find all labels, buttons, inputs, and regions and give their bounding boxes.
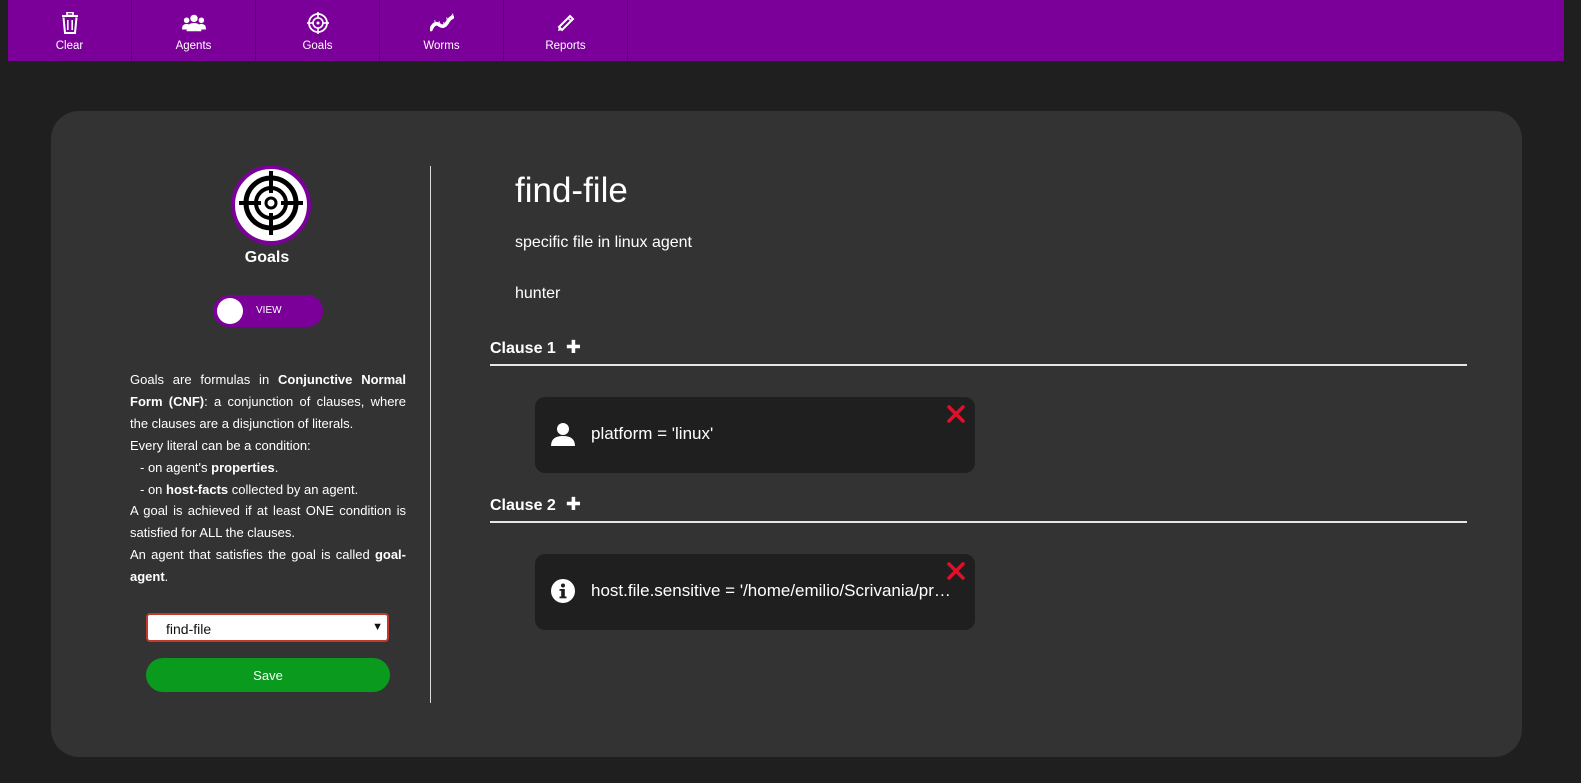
sidebar-title: Goals: [244, 249, 290, 266]
goal-owner: hunter: [515, 285, 561, 302]
pencil-icon: [554, 11, 578, 35]
trash-icon: [58, 11, 82, 35]
clause-divider: [490, 521, 1467, 523]
literal-card: platform = 'linux': [535, 397, 975, 473]
nav-agents-label: Agents: [175, 40, 212, 52]
view-toggle[interactable]: VIEW: [213, 295, 323, 327]
goals-description: Goals are formulas in Conjunctive Normal…: [130, 369, 406, 588]
goals-logo: [231, 165, 311, 245]
nav-agents[interactable]: Agents: [132, 0, 256, 61]
desc-text: An agent that satisfies the goal is call…: [130, 547, 375, 563]
crosshairs-icon: [239, 170, 303, 240]
add-literal-button[interactable]: ✚: [566, 494, 581, 515]
nav-reports-label: Reports: [545, 40, 586, 52]
nav-clear[interactable]: Clear: [8, 0, 132, 61]
info-icon: [550, 578, 576, 604]
nav-goals-label: Goals: [302, 40, 333, 52]
worm-icon: [429, 11, 454, 35]
goal-description: specific file in linux agent: [515, 234, 692, 251]
desc-bold: host-facts: [166, 481, 229, 497]
toggle-label: VIEW: [256, 305, 282, 316]
users-icon: [181, 11, 206, 35]
desc-text: .: [164, 569, 169, 585]
save-button[interactable]: Save: [146, 658, 390, 692]
goal-name: find-file: [515, 171, 628, 210]
goal-select-value: find-file: [166, 621, 212, 637]
delete-literal-icon[interactable]: [947, 405, 965, 423]
nav-reports[interactable]: Reports: [504, 0, 628, 61]
add-literal-button[interactable]: ✚: [566, 337, 581, 358]
clause-label: Clause 1: [490, 340, 556, 357]
literal-text: host.file.sensitive = '/home/emilio/Scri…: [591, 581, 951, 600]
crosshairs-icon: [306, 11, 330, 35]
nav-worms[interactable]: Worms: [380, 0, 504, 61]
clause-header-2: Clause 2 ✚: [490, 494, 581, 515]
caret-down-icon: ▼: [372, 621, 383, 633]
nav-worms-label: Worms: [423, 40, 460, 52]
nav-goals[interactable]: Goals: [256, 0, 380, 61]
goals-sidebar: Goals VIEW Goals are formulas in Conjunc…: [51, 111, 481, 757]
desc-text: collected by an agent.: [228, 481, 359, 497]
top-navbar: Clear Agents Goals Worms Reports: [8, 0, 1564, 61]
user-icon: [550, 421, 576, 447]
nav-clear-label: Clear: [55, 40, 84, 52]
literal-card: host.file.sensitive = '/home/emilio/Scri…: [535, 554, 975, 630]
desc-text: - on: [140, 481, 167, 497]
goal-select[interactable]: find-file ▼: [146, 613, 389, 642]
clause-divider: [490, 364, 1467, 366]
vertical-divider: [430, 166, 431, 703]
desc-text: Every literal can be a condition:: [130, 437, 311, 453]
desc-text: Goals are formulas in: [130, 372, 278, 387]
desc-text: - on agent's: [140, 459, 212, 475]
desc-text: .: [274, 459, 279, 475]
clause-header-1: Clause 1 ✚: [490, 337, 581, 358]
toggle-knob: [217, 298, 243, 324]
clause-label: Clause 2: [490, 497, 556, 514]
desc-text: A goal is achieved if at least ONE condi…: [130, 503, 406, 541]
goal-card: Goals VIEW Goals are formulas in Conjunc…: [51, 111, 1522, 757]
delete-literal-icon[interactable]: [947, 562, 965, 580]
desc-bold: properties: [211, 459, 275, 475]
literal-text: platform = 'linux': [591, 424, 714, 443]
